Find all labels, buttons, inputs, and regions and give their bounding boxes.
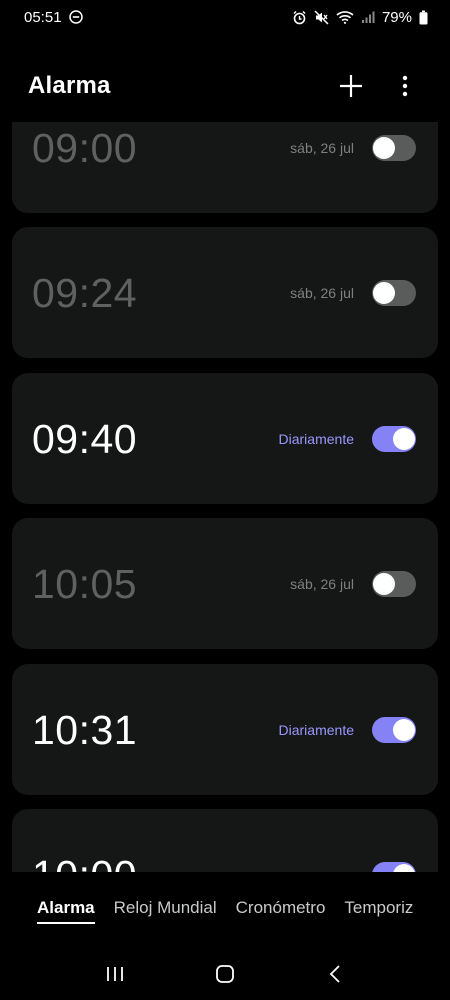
wifi-icon [336, 10, 354, 24]
toggle-knob [393, 428, 415, 450]
alarm-toggle[interactable] [372, 717, 416, 743]
status-time: 05:51 [24, 8, 62, 26]
tab-alarma[interactable]: Alarma [37, 898, 95, 924]
tab-cronometro[interactable]: Cronómetro [236, 898, 326, 922]
system-navigation-bar [0, 948, 450, 1000]
alarm-card[interactable]: 10:05 sáb, 26 jul [12, 518, 438, 649]
do-not-disturb-icon [68, 10, 83, 24]
alarm-card[interactable]: 09:40 Diariamente [12, 373, 438, 504]
alarm-time: 09:40 [32, 416, 138, 462]
alarm-card[interactable]: 09:24 sáb, 26 jul [12, 227, 438, 358]
alarm-card[interactable]: 10:00 [12, 809, 438, 872]
alarm-list[interactable]: 09:00 sáb, 26 jul 09:24 sáb, 26 jul 09:4… [0, 122, 450, 872]
alarm-time: 09:00 [32, 125, 138, 171]
alarm-toggle[interactable] [372, 280, 416, 306]
tab-temporizador[interactable]: Temporiz [344, 898, 413, 922]
header-actions [334, 69, 422, 103]
status-bar: 05:51 79% [0, 0, 450, 34]
add-alarm-button[interactable] [334, 69, 368, 103]
battery-icon [419, 10, 428, 25]
mute-icon [314, 9, 329, 25]
alarm-repeat-label: sáb, 26 jul [290, 140, 354, 156]
app-header: Alarma [0, 60, 450, 112]
recents-button[interactable] [95, 954, 135, 994]
alarm-card[interactable]: 10:31 Diariamente [12, 664, 438, 795]
battery-percent: 79% [381, 8, 412, 26]
home-button[interactable] [205, 954, 245, 994]
more-options-button[interactable] [388, 69, 422, 103]
more-vertical-icon [402, 75, 408, 97]
tab-reloj-mundial[interactable]: Reloj Mundial [114, 898, 217, 922]
alarm-toggle[interactable] [372, 135, 416, 161]
toggle-knob [373, 137, 395, 159]
clock-app-screen: 05:51 79% Alarma 09:00 sáb, 26 jul 09:24… [0, 0, 450, 1000]
alarm-time: 10:31 [32, 707, 138, 753]
alarm-time: 10:05 [32, 561, 138, 607]
toggle-knob [373, 573, 395, 595]
alarm-repeat-label: Diariamente [278, 722, 354, 738]
back-icon [329, 965, 340, 983]
alarm-toggle[interactable] [372, 426, 416, 452]
home-icon [216, 965, 234, 983]
alarm-time: 09:24 [32, 270, 138, 316]
toggle-knob [393, 864, 415, 872]
page-title: Alarma [28, 72, 111, 99]
toggle-knob [393, 719, 415, 741]
signal-icon [361, 10, 375, 24]
back-button[interactable] [315, 954, 355, 994]
recents-icon [107, 967, 123, 981]
alarm-repeat-label: sáb, 26 jul [290, 576, 354, 592]
alarm-icon [292, 10, 307, 25]
alarm-toggle[interactable] [372, 862, 416, 872]
alarm-repeat-label: Diariamente [278, 431, 354, 447]
status-right: 79% [292, 9, 428, 26]
alarm-repeat-label: sáb, 26 jul [290, 285, 354, 301]
alarm-time: 10:00 [32, 855, 137, 873]
plus-icon [340, 75, 362, 97]
status-left: 05:51 [24, 9, 83, 26]
alarm-card[interactable]: 09:00 sáb, 26 jul [12, 122, 438, 213]
bottom-tab-bar: Alarma Reloj Mundial Cronómetro Temporiz [0, 872, 450, 948]
toggle-knob [373, 282, 395, 304]
alarm-toggle[interactable] [372, 571, 416, 597]
